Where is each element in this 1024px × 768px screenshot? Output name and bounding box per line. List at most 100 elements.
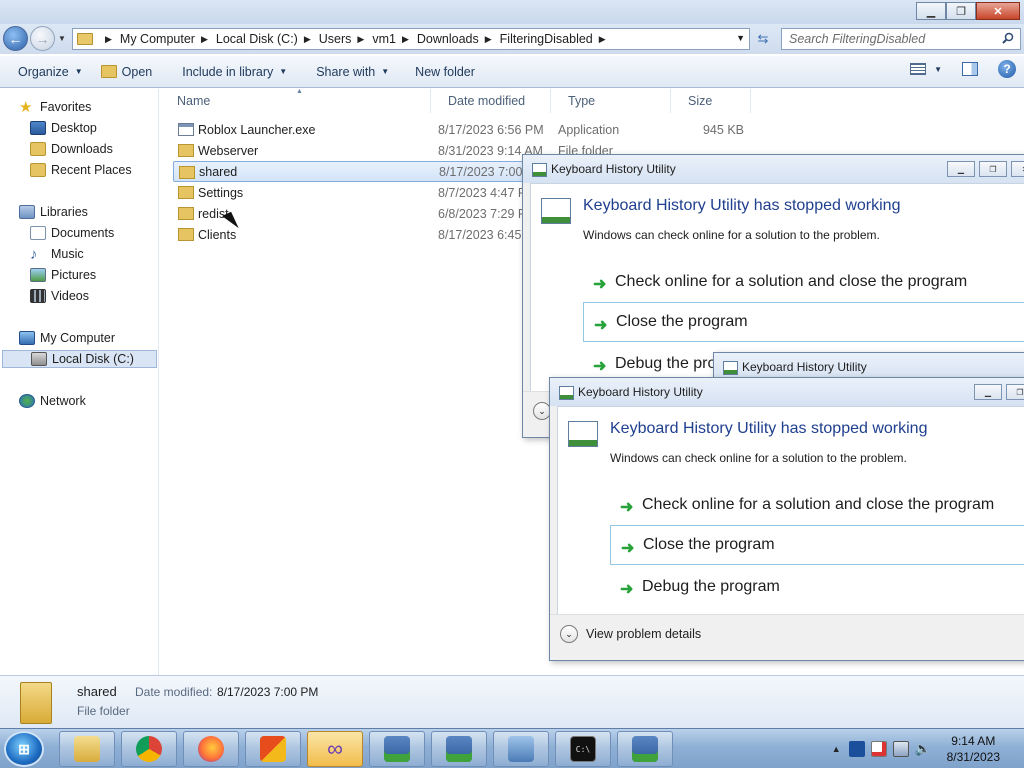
nav-favorites[interactable]: ★ Favorites <box>19 98 91 116</box>
column-label: Type <box>568 94 596 108</box>
taskbar-firefox[interactable] <box>183 731 239 767</box>
file-size: 945 KB <box>702 122 744 137</box>
chevron-right-icon[interactable]: ▶ <box>485 34 492 45</box>
close-program-option[interactable]: ➜ Close the program <box>583 302 1024 342</box>
file-row[interactable]: Roblox Launcher.exe 8/17/2023 6:56 PM Appl… <box>173 119 744 140</box>
share-with-button[interactable]: Share with ▼ <box>307 60 398 84</box>
nav-downloads[interactable]: Downloads <box>30 140 113 158</box>
taskbar-office[interactable] <box>245 731 301 767</box>
help-icon[interactable]: ? <box>998 60 1016 78</box>
show-hidden-icons[interactable]: ▲ <box>832 744 841 754</box>
check-online-option[interactable]: ➜ Check online for a solution and close t… <box>583 262 1024 302</box>
chevron-right-icon[interactable]: ▶ <box>201 34 208 45</box>
restore-button[interactable]: ❐ <box>946 2 976 20</box>
office-icon <box>260 736 286 762</box>
minimize-button[interactable]: ▁ <box>916 2 946 20</box>
error-dialog-3[interactable]: Keyboard History Utility ▁ ❐ Keyboard Hi… <box>549 377 1024 661</box>
action-center-icon[interactable] <box>870 741 887 757</box>
firefox-icon <box>198 736 224 762</box>
chevron-right-icon[interactable]: ▶ <box>105 34 112 45</box>
new-folder-button[interactable]: New folder <box>406 60 484 84</box>
nav-network[interactable]: Network <box>19 392 86 410</box>
column-header-size[interactable]: Size <box>671 89 751 113</box>
debug-program-option[interactable]: ➜ Debug the program <box>610 567 1024 607</box>
breadcrumb-vm1[interactable]: vm1 <box>372 32 396 46</box>
close-button[interactable]: ✕ <box>976 2 1020 20</box>
network-tray-icon[interactable] <box>892 741 909 757</box>
minimize-button[interactable]: ▁ <box>947 161 975 177</box>
address-row: ← → ▼ ▶ My Computer ▶ Local Disk (C:) ▶ Us… <box>0 24 1024 54</box>
folder-icon <box>20 682 52 724</box>
back-button[interactable]: ← <box>3 26 28 51</box>
chevron-down-icon: ▼ <box>381 67 390 76</box>
column-header-type[interactable]: Type <box>551 89 671 113</box>
refresh-button[interactable]: ⇆ <box>752 30 774 48</box>
file-name: Webserver <box>198 143 259 158</box>
app-icon <box>723 361 738 375</box>
details-type: File folder <box>77 704 130 718</box>
dialog-titlebar[interactable]: Keyboard History Utility ▁ ❐ ✕ <box>523 155 1024 183</box>
breadcrumb-users[interactable]: Users <box>319 32 352 46</box>
search-input[interactable]: Search FilteringDisabled <box>781 28 1021 50</box>
nav-my-computer[interactable]: My Computer <box>19 329 115 347</box>
breadcrumb-filteringdisabled[interactable]: FilteringDisabled <box>500 32 593 46</box>
search-icon[interactable] <box>1002 32 1014 44</box>
chevron-right-icon[interactable]: ▶ <box>599 34 606 45</box>
taskbar-cmd[interactable]: C:\ <box>555 731 611 767</box>
chevron-right-icon[interactable]: ▶ <box>402 34 409 45</box>
taskbar-keyboard-utility-2[interactable] <box>431 731 487 767</box>
clock[interactable]: 9:14 AM 8/31/2023 <box>947 733 1000 765</box>
chevron-right-icon[interactable]: ▶ <box>304 34 311 45</box>
dialog-titlebar[interactable]: Keyboard History Utility ▁ ❐ <box>550 378 1024 406</box>
minimize-button[interactable]: ▁ <box>974 384 1002 400</box>
address-dropdown-icon[interactable]: ▼ <box>736 33 745 43</box>
nav-desktop[interactable]: Desktop <box>30 119 97 137</box>
close-program-option[interactable]: ➜ Close the program <box>610 525 1024 565</box>
nav-libraries[interactable]: Libraries <box>19 203 88 221</box>
volume-icon[interactable]: 🔈 <box>915 741 931 757</box>
breadcrumb-my-computer[interactable]: My Computer <box>120 32 195 46</box>
nav-recent-places[interactable]: Recent Places <box>30 161 132 179</box>
nav-label: Pictures <box>51 268 97 282</box>
taskbar-network-app[interactable] <box>493 731 549 767</box>
view-details-toggle[interactable]: ⌄ View problem details <box>560 625 701 643</box>
nav-label: Downloads <box>51 142 113 156</box>
nav-videos[interactable]: Videos <box>30 287 89 305</box>
taskbar-chrome[interactable] <box>121 731 177 767</box>
organize-button[interactable]: Organize ▼ <box>9 60 92 84</box>
file-date: 8/17/2023 6:45 P <box>438 227 534 242</box>
taskbar-keyboard-utility-3[interactable] <box>617 731 673 767</box>
open-button[interactable]: Open <box>92 60 162 84</box>
start-button[interactable]: ⊞ <box>4 731 44 767</box>
check-online-option[interactable]: ➜ Check online for a solution and close t… <box>610 485 1024 525</box>
app-window-icon <box>568 421 598 447</box>
taskbar-visual-studio[interactable]: ∞ <box>307 731 363 767</box>
tray-app-icon[interactable] <box>848 741 865 757</box>
breadcrumb-local-disk[interactable]: Local Disk (C:) <box>216 32 298 46</box>
chevron-down-icon[interactable]: ▼ <box>934 65 942 74</box>
command-bar: Organize ▼ Open Include in library ▼ Share… <box>0 56 1024 88</box>
breadcrumb-downloads[interactable]: Downloads <box>417 32 479 46</box>
preview-pane-icon[interactable] <box>962 62 978 76</box>
nav-documents[interactable]: Documents <box>30 224 114 242</box>
restore-button[interactable]: ❐ <box>1006 384 1024 400</box>
clock-time: 9:14 AM <box>951 734 996 748</box>
nav-label: Documents <box>51 226 115 240</box>
forward-button[interactable]: → <box>30 26 55 51</box>
column-header-date-modified[interactable]: Date modified <box>431 89 551 113</box>
taskbar-keyboard-utility-1[interactable] <box>369 731 425 767</box>
nav-local-disk[interactable]: Local Disk (C:) <box>2 350 157 368</box>
column-header-name[interactable]: Name ▲ <box>160 88 431 113</box>
address-bar[interactable]: ▶ My Computer ▶ Local Disk (C:) ▶ Users ▶ v… <box>72 28 750 50</box>
chevron-right-icon[interactable]: ▶ <box>357 34 364 45</box>
include-in-library-button[interactable]: Include in library ▼ <box>173 60 296 84</box>
change-view-icon[interactable] <box>910 63 927 75</box>
nav-music[interactable]: ♪ Music <box>30 245 84 263</box>
column-label: Date modified <box>448 94 526 108</box>
nav-pictures[interactable]: Pictures <box>30 266 96 284</box>
taskbar-explorer[interactable] <box>59 731 115 767</box>
restore-button[interactable]: ❐ <box>979 161 1007 177</box>
recent-pages-dropdown[interactable]: ▼ <box>58 34 66 43</box>
nav-label: Network <box>40 394 86 408</box>
close-button[interactable]: ✕ <box>1011 161 1024 177</box>
